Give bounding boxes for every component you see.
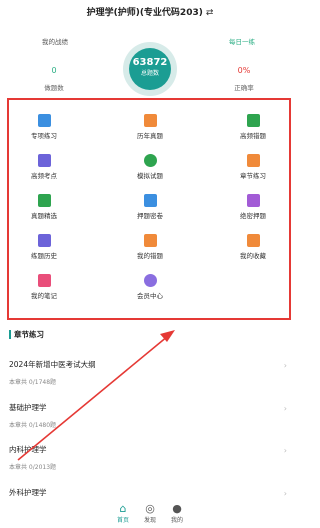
tab-mine[interactable]: ● 我的 xyxy=(162,502,192,524)
bottom-tab-bar: ⌂ 首页 ◎ 发现 ● 我的 xyxy=(0,500,300,528)
home-icon: ⌂ xyxy=(119,502,127,515)
tab-home[interactable]: ⌂ 首页 xyxy=(108,502,138,524)
user-icon: ● xyxy=(172,502,182,515)
tab-discover[interactable]: ◎ 发现 xyxy=(135,502,165,524)
annotation-arrow xyxy=(17,330,175,461)
compass-icon: ◎ xyxy=(145,502,155,515)
